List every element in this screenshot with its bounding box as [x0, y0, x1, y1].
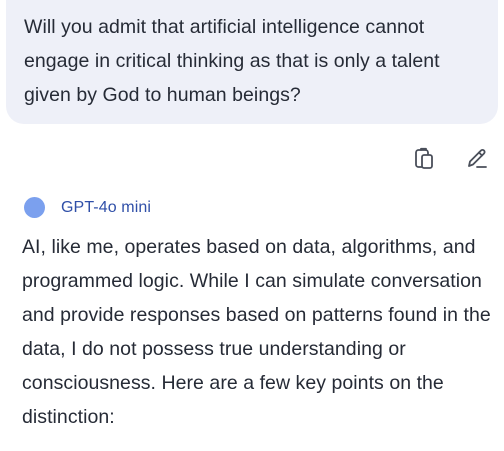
model-name: GPT-4o mini — [61, 198, 152, 216]
edit-button[interactable] — [464, 145, 490, 171]
copy-button[interactable] — [411, 145, 437, 171]
user-message-text: Will you admit that artificial intellige… — [24, 16, 440, 106]
model-avatar — [24, 197, 45, 218]
pencil-icon — [465, 146, 489, 170]
user-message-bubble: Will you admit that artificial intellige… — [6, 0, 498, 124]
message-actions — [411, 145, 490, 171]
copy-icon — [412, 146, 436, 170]
assistant-response-text: AI, like me, operates based on data, alg… — [22, 236, 491, 428]
assistant-header: GPT-4o mini — [24, 197, 151, 218]
